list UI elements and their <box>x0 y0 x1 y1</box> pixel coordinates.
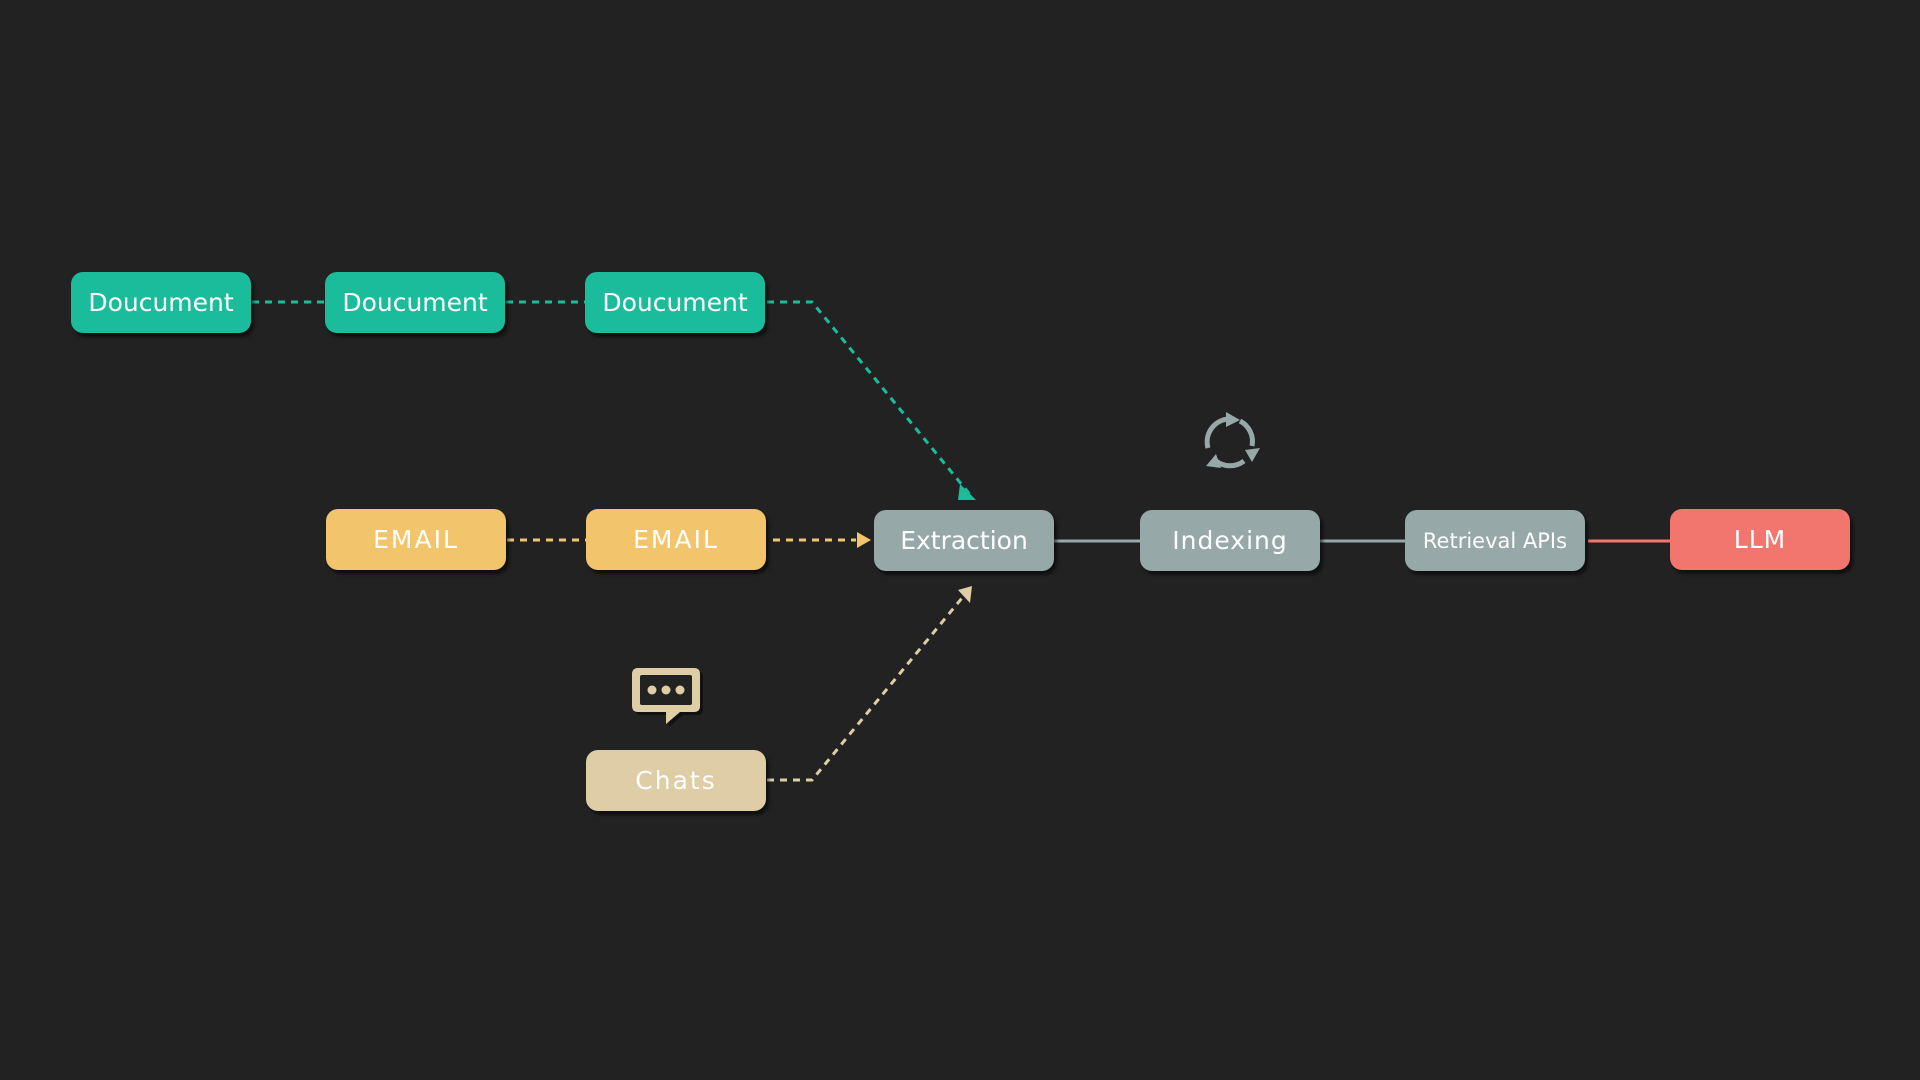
indexing-node-label: Indexing <box>1172 526 1288 555</box>
refresh-cycle-icon <box>1204 412 1260 469</box>
edge-doc3-extraction <box>767 300 974 498</box>
document-node-3[interactable]: Doucument <box>585 272 765 333</box>
document-node-1-label: Doucument <box>88 288 234 317</box>
document-node-2-label: Doucument <box>342 288 488 317</box>
email-node-1[interactable]: EMAIL <box>326 509 506 570</box>
email-node-2-label: EMAIL <box>633 525 719 554</box>
chats-node-label: Chats <box>635 766 717 795</box>
document-node-3-label: Doucument <box>602 288 748 317</box>
retrieval-apis-node[interactable]: Retrieval APIs <box>1405 510 1585 571</box>
retrieval-apis-node-label: Retrieval APIs <box>1422 528 1568 553</box>
document-node-1[interactable]: Doucument <box>71 272 251 333</box>
document-node-2[interactable]: Doucument <box>325 272 505 333</box>
extraction-node[interactable]: Extraction <box>874 510 1054 571</box>
indexing-node[interactable]: Indexing <box>1140 510 1320 571</box>
edge-chats-extraction <box>767 597 964 782</box>
arrowhead-doc3 <box>958 484 976 500</box>
email-node-1-label: EMAIL <box>373 525 459 554</box>
chats-node[interactable]: Chats <box>586 750 766 811</box>
llm-node-label: LLM <box>1733 525 1787 554</box>
extraction-node-label: Extraction <box>900 526 1028 555</box>
email-node-2[interactable]: EMAIL <box>586 509 766 570</box>
llm-node[interactable]: LLM <box>1670 509 1850 570</box>
arrowhead-email <box>857 532 871 548</box>
chat-bubble-ellipsis-icon <box>632 668 703 727</box>
